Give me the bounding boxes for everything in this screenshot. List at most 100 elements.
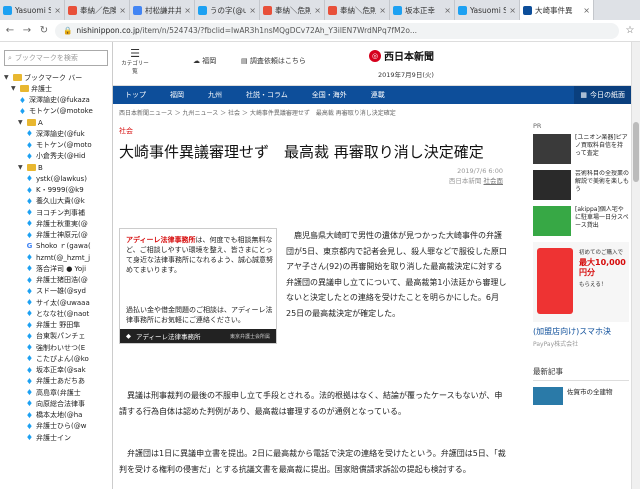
twitter-icon: ♦ — [25, 433, 34, 443]
author-link[interactable]: 社会面 — [484, 177, 504, 185]
expand-arrow-icon[interactable]: ▼ — [4, 74, 11, 81]
bookmark-item[interactable]: ♦ サイ太(@uwaaa — [0, 297, 112, 308]
bookmark-label: となな社(@naot — [36, 309, 90, 318]
bookmark-item[interactable]: ♦ 養久山大貴(@k — [0, 196, 112, 207]
category-menu-button[interactable]: ☰ カテゴリー覧 — [121, 48, 149, 75]
bookmark-label: A — [38, 118, 43, 127]
tab-title: 村松謙井井 — [145, 5, 182, 15]
latest-item[interactable]: 佐賀市の全建物 — [533, 387, 629, 405]
bookmark-folder[interactable]: ▼ 弁護士 — [0, 83, 112, 94]
bookmark-item[interactable]: ♦ 台東製パンチェ — [0, 331, 112, 342]
bookmark-item[interactable]: ♦ 落合洋司 ● Yoji — [0, 263, 112, 274]
bookmark-item[interactable]: ♦ となな社(@naot — [0, 308, 112, 319]
expand-arrow-icon[interactable]: ▼ — [18, 164, 25, 171]
pr-item[interactable]: 芸術科目の全授業の解説で美術を楽しもう — [533, 170, 629, 200]
bookmark-folder[interactable]: ▼ ブックマーク バー — [0, 72, 112, 83]
bookmark-item[interactable]: ♦ スド一雄(@syd — [0, 286, 112, 297]
browser-tab[interactable]: 奉納＼危則 × — [325, 0, 390, 20]
scrollbar[interactable] — [631, 42, 640, 489]
tab-favicon-icon — [328, 5, 337, 15]
nav-item[interactable]: 社説・コラム — [234, 90, 300, 100]
pr-item[interactable]: [ユニオン楽器]ピアノ買取料自信を持って査定 — [533, 134, 629, 164]
todays-paper-button[interactable]: ▦ 今日の紙面 — [574, 86, 631, 104]
section-label[interactable]: 社会 — [119, 126, 511, 136]
nav-item[interactable]: 福岡 — [158, 90, 196, 100]
bookmark-item[interactable]: ♦ 弁護士ひら(@w — [0, 421, 112, 432]
browser-tab[interactable]: 奉納／危険 × — [65, 0, 130, 20]
twitter-icon: ♦ — [25, 320, 34, 330]
back-icon[interactable]: ← — [4, 25, 16, 36]
browser-tab[interactable]: Yasuomi S × — [0, 0, 65, 20]
browser-tab[interactable]: 村松謙井井 × — [130, 0, 195, 20]
tab-close-icon[interactable]: × — [54, 6, 61, 15]
folder-icon — [27, 164, 36, 172]
scrollbar-thumb[interactable] — [633, 122, 639, 182]
bookmark-folder[interactable]: ▼ A — [0, 117, 112, 128]
bookmark-item[interactable]: ♦ 弁護士神原元(@ — [0, 230, 112, 241]
tab-close-icon[interactable]: × — [509, 6, 516, 15]
weather-widget[interactable]: ☁ 福岡 — [193, 56, 216, 66]
bookmark-item[interactable]: ♦ ystk(@lawkus) — [0, 173, 112, 184]
bookmark-item[interactable]: ♦ 深澤諭史(@fukaza — [0, 95, 112, 106]
nav-item[interactable]: 九州 — [196, 90, 234, 100]
paypay-ad[interactable]: 初めてのご購入で 最大10,000円分 もらえる！ — [533, 242, 629, 322]
site-logo[interactable]: ◎ 西日本新聞 — [369, 48, 434, 63]
browser-tab[interactable]: 大崎事件異 × — [520, 0, 594, 20]
pr-label: PR — [533, 122, 542, 130]
paypay-ad-sub: PayPay株式会社 — [533, 341, 579, 348]
tab-close-icon[interactable]: × — [184, 6, 191, 15]
paypay-ad-title[interactable]: (加盟店向け)スマホ決 — [533, 326, 629, 337]
expand-arrow-icon[interactable]: ▼ — [11, 85, 18, 92]
bookmark-item[interactable]: ♦ 弁護士猪田浩(@ — [0, 275, 112, 286]
browser-tab[interactable]: Yasuomi S × — [455, 0, 520, 20]
bookmark-item[interactable]: ♦ こたぴよん(@ko — [0, 353, 112, 364]
bookmark-item[interactable]: ♦ hzmt(@_hzmt_j — [0, 252, 112, 263]
tab-close-icon[interactable]: × — [379, 6, 386, 15]
bookmark-item[interactable]: ♦ 坂本正幸(@sak — [0, 365, 112, 376]
bookmark-item[interactable]: ♦ ヨコチン判事補 — [0, 207, 112, 218]
browser-tab[interactable]: うの字(@u × — [195, 0, 260, 20]
browser-tab[interactable]: 奉納＼危則 × — [260, 0, 325, 20]
bookmark-item[interactable]: ♦ 弁護士 野田隼 — [0, 320, 112, 331]
pr-item-text: 芸術科目の全授業の解説で美術を楽しもう — [575, 170, 629, 193]
nav-item[interactable]: 全国・海外 — [300, 90, 359, 100]
star-icon[interactable]: ☆ — [624, 25, 636, 36]
bookmark-search-input[interactable]: ⌕ ブックマークを検索 — [4, 50, 108, 66]
bookmark-label: スド一雄(@syd — [36, 287, 86, 296]
bookmark-item[interactable]: ♦ 強制わいせつ(E — [0, 342, 112, 353]
bookmark-item[interactable]: ♦ モトケン(@motoke — [0, 106, 112, 117]
url-input[interactable]: 🔒 nishinippon.co.jp/item/n/524743/?fbcli… — [55, 22, 619, 39]
bookmark-item[interactable]: ♦ 弁護士秋重実(@ — [0, 218, 112, 229]
browser-tab[interactable]: 坂本正幸 × — [390, 0, 455, 20]
tab-close-icon[interactable]: × — [314, 6, 321, 15]
tab-close-icon[interactable]: × — [444, 6, 451, 15]
tab-title: 坂本正幸 — [405, 5, 435, 15]
bookmark-item[interactable]: ♦ 橋本太地(@ha — [0, 410, 112, 421]
twitter-icon: ♦ — [25, 185, 34, 195]
bookmark-item[interactable]: ♦ 向原総合法律事 — [0, 398, 112, 409]
bookmark-item[interactable]: ♦ K・9999(@k9 — [0, 185, 112, 196]
expand-arrow-icon[interactable]: ▼ — [18, 119, 25, 126]
ad-footer-bar: ◆ アディーレ法律事務所 東京弁護士会所属 — [120, 329, 276, 343]
bookmark-item[interactable]: ♦ 高島章(弁護士 — [0, 387, 112, 398]
tab-close-icon[interactable]: × — [583, 6, 590, 15]
nav-item[interactable]: 連載 — [359, 90, 397, 100]
advertisement[interactable]: アディーレ法律事務所は、何度でも相談無料など、ご相談しやすい環境を整え、皆さまに… — [119, 228, 277, 344]
bookmark-item[interactable]: ♦ 小倉秀夫(@Hid — [0, 151, 112, 162]
twitter-icon: ♦ — [25, 331, 34, 341]
parking-thumbnail — [533, 206, 571, 236]
nav-item[interactable]: トップ — [113, 90, 158, 100]
bookmark-item[interactable]: G Shoko ｒ(gawa( — [0, 241, 112, 252]
forward-icon[interactable]: → — [21, 25, 33, 36]
tab-close-icon[interactable]: × — [249, 6, 256, 15]
tab-close-icon[interactable]: × — [119, 6, 126, 15]
reload-icon[interactable]: ↻ — [38, 25, 50, 36]
bookmark-item[interactable]: ♦ モトケン(@moto — [0, 140, 112, 151]
pr-item[interactable]: [akippa]個人宅やに駐車場一日分スペース貸出 — [533, 206, 629, 236]
bookmark-item[interactable]: ♦ 深澤諭史(@fuk — [0, 128, 112, 139]
bookmark-folder[interactable]: ▼ B — [0, 162, 112, 173]
bookmark-item[interactable]: ♦ 弁護士あだちあ — [0, 376, 112, 387]
request-link[interactable]: ▤ 調査依頼はこちら — [241, 56, 306, 66]
twitter-icon: ♦ — [25, 208, 34, 218]
bookmark-item[interactable]: ♦ 弁護士イン — [0, 432, 112, 443]
